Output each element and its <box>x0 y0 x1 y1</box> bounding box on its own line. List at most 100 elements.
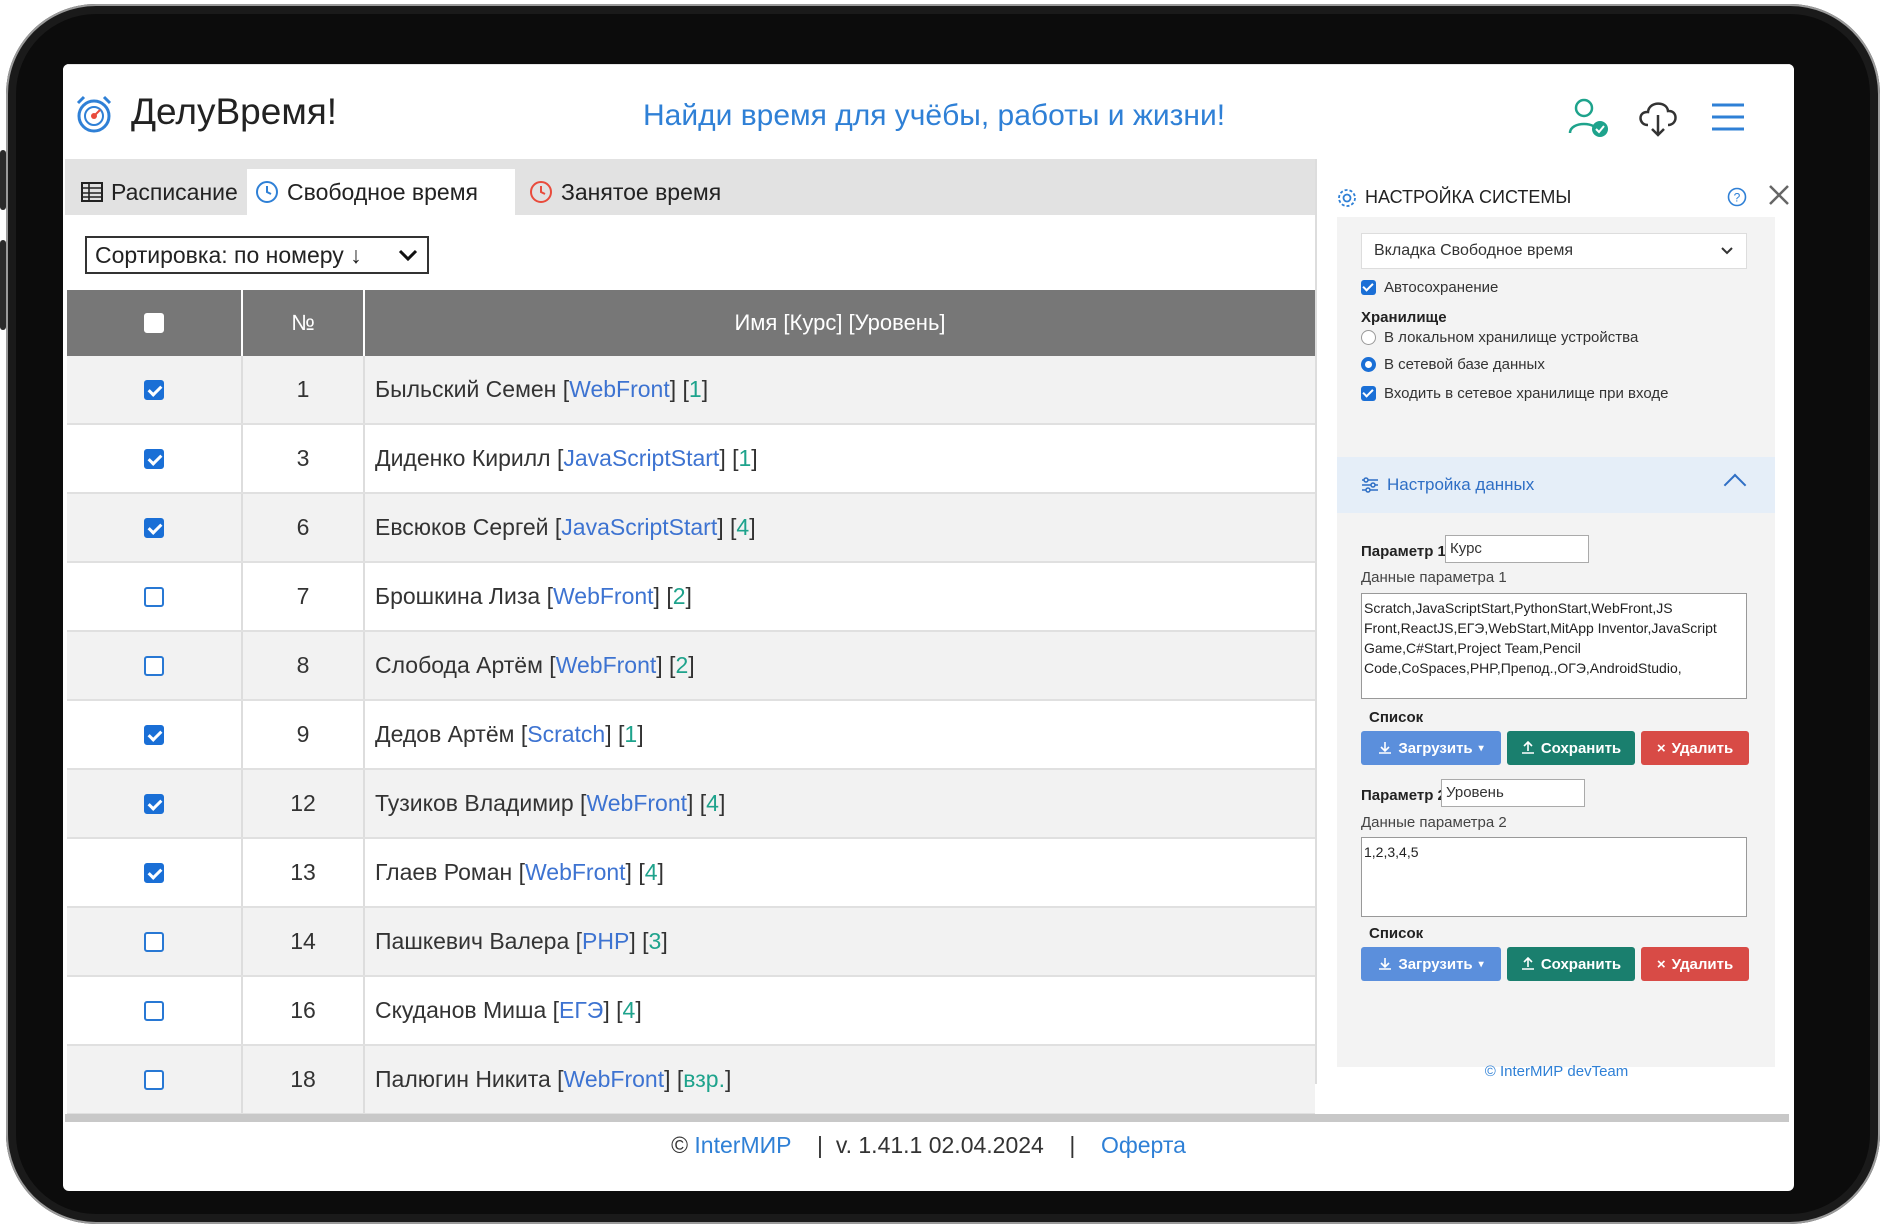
tab-schedule[interactable]: Расписание <box>73 169 246 215</box>
table-row[interactable]: 13 Глаев Роман [WebFront] [4] <box>67 839 1315 908</box>
param2-delete-button[interactable]: × Удалить <box>1641 947 1749 981</box>
student-name: Дедов Артём <box>375 721 515 747</box>
student-course[interactable]: WebFront <box>553 583 654 610</box>
student-level[interactable]: 4 <box>645 859 658 886</box>
table-row[interactable]: 6 Евсюков Сергей [JavaScriptStart] [4] <box>67 494 1315 563</box>
clock-red-icon <box>530 181 552 203</box>
table-row[interactable]: 14 Пашкевич Валера [PHP] [3] <box>67 908 1315 977</box>
row-checkbox[interactable] <box>144 793 164 814</box>
param2-data-textarea[interactable]: 1,2,3,4,5 <box>1361 837 1747 917</box>
student-level[interactable]: 1 <box>738 445 751 472</box>
param2-name-input[interactable]: Уровень <box>1441 779 1585 807</box>
storage-net-option[interactable]: В сетевой базе данных <box>1361 356 1545 373</box>
param1-load-label: Загрузить <box>1398 739 1473 757</box>
alarm-clock-icon <box>76 95 112 133</box>
row-number: 13 <box>243 839 365 906</box>
table-row[interactable]: 3 Диденко Кирилл [JavaScriptStart] [1] <box>67 425 1315 494</box>
help-icon[interactable]: ? <box>1727 187 1747 207</box>
table-row[interactable]: 9 Дедов Артём [Scratch] [1] <box>67 701 1315 770</box>
student-level[interactable]: 2 <box>673 583 686 610</box>
param2-save-button[interactable]: Сохранить <box>1507 947 1635 981</box>
table-row[interactable]: 16 Скуданов Миша [ЕГЭ] [4] <box>67 977 1315 1046</box>
chevron-up-icon[interactable] <box>1723 473 1747 497</box>
sort-select[interactable]: Сортировка: по номеру ↓ <box>85 236 429 274</box>
storage-local-option[interactable]: В локальном хранилище устройства <box>1361 329 1638 346</box>
student-level[interactable]: взр. <box>683 1066 725 1093</box>
student-course[interactable]: JavaScriptStart <box>563 445 719 472</box>
tab-busy-time[interactable]: Занятое время <box>521 169 729 215</box>
cloud-download-icon[interactable] <box>1636 95 1680 139</box>
net-login-option[interactable]: Входить в сетевое хранилище при входе <box>1361 385 1668 402</box>
clock-icon <box>256 181 278 203</box>
autosave-checkbox[interactable] <box>1361 280 1376 295</box>
storage-net-radio[interactable] <box>1361 357 1376 372</box>
settings-body: Вкладка Свободное время Автосохранение Х… <box>1337 217 1775 1067</box>
row-number: 16 <box>243 977 365 1044</box>
table-row[interactable]: 7 Брошкина Лиза [WebFront] [2] <box>67 563 1315 632</box>
header-num: № <box>243 290 365 356</box>
student-level[interactable]: 2 <box>675 652 688 679</box>
settings-panel: НАСТРОЙКА СИСТЕМЫ ? Вкладка Свободное вр… <box>1315 159 1794 1084</box>
student-level[interactable]: 4 <box>706 790 719 817</box>
param2-actions: Загрузить ▾ Сохранить × Удалить <box>1361 947 1749 981</box>
footer-org-link[interactable]: InterМИР <box>694 1132 791 1158</box>
footer-offer-link[interactable]: Оферта <box>1101 1132 1186 1158</box>
row-checkbox[interactable] <box>144 1069 164 1090</box>
param1-save-button[interactable]: Сохранить <box>1507 731 1635 765</box>
table-row[interactable]: 8 Слобода Артём [WebFront] [2] <box>67 632 1315 701</box>
student-course[interactable]: PHP <box>582 928 629 955</box>
row-checkbox[interactable] <box>144 379 164 400</box>
row-select-cell <box>67 356 243 423</box>
student-course[interactable]: ЕГЭ <box>559 997 603 1024</box>
row-number: 14 <box>243 908 365 975</box>
student-course[interactable]: WebFront <box>556 652 657 679</box>
settings-title: НАСТРОЙКА СИСТЕМЫ <box>1337 187 1571 208</box>
table-row[interactable]: 18 Палюгин Никита [WebFront] [взр.] <box>67 1046 1315 1115</box>
user-check-icon[interactable] <box>1566 95 1610 139</box>
student-course[interactable]: Scratch <box>527 721 605 748</box>
student-name: Слобода Артём <box>375 652 543 678</box>
data-settings-section[interactable]: Настройка данных <box>1337 457 1775 513</box>
student-level[interactable]: 4 <box>736 514 749 541</box>
select-all-checkbox[interactable] <box>144 313 164 333</box>
param2-load-button[interactable]: Загрузить ▾ <box>1361 947 1501 981</box>
student-course[interactable]: WebFront <box>525 859 626 886</box>
row-checkbox[interactable] <box>144 931 164 952</box>
row-checkbox[interactable] <box>144 448 164 469</box>
hamburger-menu-icon[interactable] <box>1706 95 1750 139</box>
row-checkbox[interactable] <box>144 862 164 883</box>
table-row[interactable]: 12 Тузиков Владимир [WebFront] [4] <box>67 770 1315 839</box>
student-level[interactable]: 1 <box>624 721 637 748</box>
autosave-label: Автосохранение <box>1384 279 1499 296</box>
student-level[interactable]: 1 <box>689 376 702 403</box>
autosave-option[interactable]: Автосохранение <box>1361 279 1498 296</box>
param1-data-textarea[interactable]: Scratch,JavaScriptStart,PythonStart,WebF… <box>1361 593 1747 699</box>
student-course[interactable]: WebFront <box>569 376 670 403</box>
param1-delete-button[interactable]: × Удалить <box>1641 731 1749 765</box>
gear-icon <box>1338 188 1356 207</box>
param1-name-input[interactable]: Курс <box>1445 535 1589 563</box>
student-level[interactable]: 3 <box>649 928 662 955</box>
student-level[interactable]: 4 <box>623 997 636 1024</box>
row-checkbox[interactable] <box>144 655 164 676</box>
close-icon[interactable] <box>1767 183 1791 207</box>
student-course[interactable]: WebFront <box>586 790 687 817</box>
net-login-checkbox[interactable] <box>1361 386 1376 401</box>
student-course[interactable]: JavaScriptStart <box>561 514 717 541</box>
default-tab-value: Вкладка Свободное время <box>1374 242 1573 259</box>
row-checkbox[interactable] <box>144 724 164 745</box>
row-checkbox[interactable] <box>144 517 164 538</box>
storage-local-radio[interactable] <box>1361 330 1376 345</box>
param1-load-button[interactable]: Загрузить ▾ <box>1361 731 1501 765</box>
row-select-cell <box>67 632 243 699</box>
student-course[interactable]: WebFront <box>564 1066 665 1093</box>
row-select-cell <box>67 770 243 837</box>
row-name-cell: Слобода Артём [WebFront] [2] <box>375 652 695 679</box>
table-row[interactable]: 1 Быльский Семен [WebFront] [1] <box>67 356 1315 425</box>
footer-separator: | <box>1069 1132 1076 1158</box>
row-select-cell <box>67 908 243 975</box>
tab-free-time[interactable]: Свободное время <box>247 169 515 215</box>
row-checkbox[interactable] <box>144 586 164 607</box>
default-tab-select[interactable]: Вкладка Свободное время <box>1361 233 1747 269</box>
row-checkbox[interactable] <box>144 1000 164 1021</box>
